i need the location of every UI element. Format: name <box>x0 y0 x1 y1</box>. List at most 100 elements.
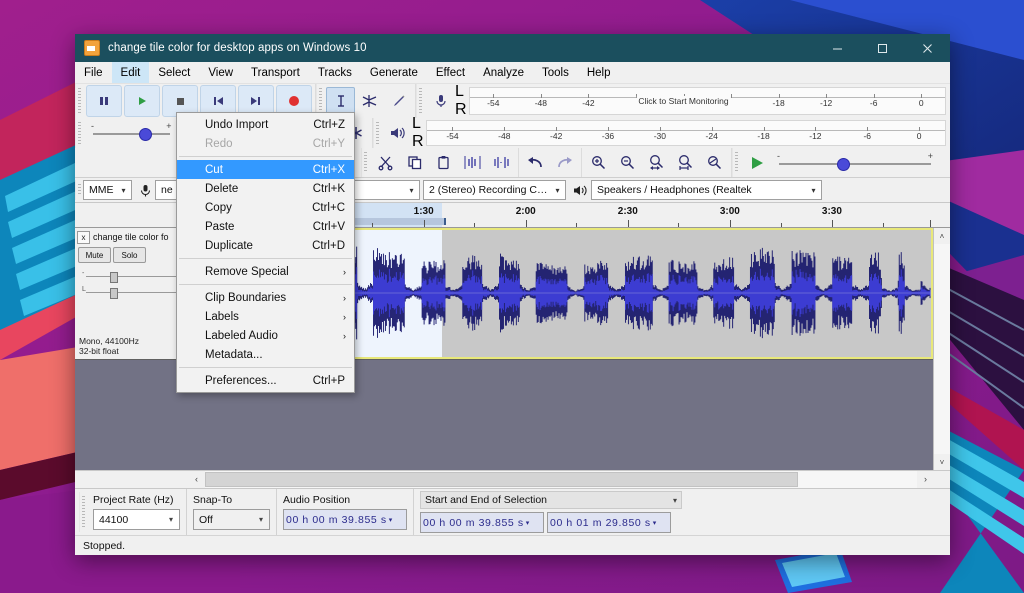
menu-item-duplicate[interactable]: Duplicate Ctrl+D <box>177 236 354 255</box>
track-pan-slider[interactable]: L R <box>80 286 183 298</box>
track-gain-slider[interactable]: - + <box>80 270 183 282</box>
play-speed-knob[interactable] <box>837 158 850 171</box>
undo-button[interactable] <box>521 148 550 177</box>
play-meter-label--48: -48 <box>498 131 510 141</box>
menu-generate[interactable]: Generate <box>361 62 427 83</box>
pause-button[interactable] <box>86 85 122 117</box>
menu-file[interactable]: File <box>75 62 112 83</box>
track-close-button[interactable]: x <box>77 231 90 244</box>
spinner-down-icon[interactable]: ▾ <box>653 519 657 527</box>
audio-position-field[interactable]: 00 h 00 m 39.855 s ▾ <box>283 509 407 530</box>
record-meter-grip[interactable] <box>416 84 424 118</box>
selection-toolbar-grip[interactable] <box>79 492 87 532</box>
menu-item-copy[interactable]: Copy Ctrl+C <box>177 198 354 217</box>
envelope-tool-button[interactable] <box>355 87 384 116</box>
record-meter-label--12: -12 <box>820 98 832 108</box>
horizontal-scroll-track[interactable] <box>205 471 917 488</box>
menu-tracks[interactable]: Tracks <box>309 62 361 83</box>
menu-edit[interactable]: Edit <box>112 62 150 83</box>
close-button[interactable] <box>905 34 950 62</box>
menu-help[interactable]: Help <box>578 62 620 83</box>
device-toolbar-grip[interactable] <box>75 180 83 200</box>
selection-start-field[interactable]: 00 h 00 m 39.855 s ▾ <box>420 512 544 533</box>
project-rate-select[interactable]: 44100 ▾ <box>93 509 180 530</box>
scroll-left-arrow[interactable]: ‹ <box>188 471 205 487</box>
scroll-up-arrow[interactable]: ˄ <box>934 228 950 244</box>
redo-button[interactable] <box>550 148 579 177</box>
paste-button[interactable] <box>429 148 458 177</box>
silence-audio-button[interactable] <box>487 148 516 177</box>
menu-item-remove-special[interactable]: Remove Special › <box>177 262 354 281</box>
record-meter-icon-button[interactable] <box>426 87 455 116</box>
play-at-speed-button[interactable] <box>742 148 771 177</box>
menu-item-cut[interactable]: Cut Ctrl+X <box>177 160 354 179</box>
selection-mode-select[interactable]: Start and End of Selection ▾ <box>420 491 682 509</box>
zoom-out-button[interactable] <box>613 148 642 177</box>
edit-toolbar-grip[interactable] <box>361 148 369 177</box>
spinner-down-icon[interactable]: ▾ <box>389 516 393 524</box>
audacity-icon <box>84 40 100 56</box>
track-solo-button[interactable]: Solo <box>113 247 146 263</box>
play-button[interactable] <box>124 85 160 117</box>
snap-to-select[interactable]: Off ▾ <box>193 509 270 530</box>
transport-toolbar-grip[interactable] <box>75 84 83 118</box>
menu-item-accel: Ctrl+K <box>313 183 345 195</box>
play-speed-max: + <box>928 151 933 161</box>
selection-end-field[interactable]: 00 h 01 m 29.850 s ▾ <box>547 512 671 533</box>
menu-item-label: Clip Boundaries <box>205 292 286 304</box>
copy-button[interactable] <box>400 148 429 177</box>
track-control-panel[interactable]: x change tile color fo Mute Solo - + <box>75 228 189 359</box>
edit-menu-dropdown[interactable]: Undo Import Ctrl+Z Redo Ctrl+Y Cut Ctrl+… <box>176 112 355 393</box>
vertical-scrollbar[interactable]: ˄ ˅ <box>933 228 950 470</box>
scroll-down-arrow[interactable]: ˅ <box>934 454 950 470</box>
menu-select[interactable]: Select <box>149 62 199 83</box>
track-mute-button[interactable]: Mute <box>78 247 111 263</box>
copy-icon <box>406 154 423 171</box>
cut-button[interactable] <box>371 148 400 177</box>
spinner-down-icon[interactable]: ▾ <box>526 519 530 527</box>
menu-item-clip-boundaries[interactable]: Clip Boundaries › <box>177 288 354 307</box>
vertical-scroll-track[interactable] <box>934 244 950 454</box>
fit-project-button[interactable] <box>671 148 700 177</box>
play-at-speed-grip[interactable] <box>732 148 740 177</box>
menu-item-metadata[interactable]: Metadata... <box>177 345 354 364</box>
envelope-icon <box>361 93 378 109</box>
mixer-toolbar-grip[interactable] <box>75 118 83 148</box>
fit-selection-button[interactable] <box>642 148 671 177</box>
maximize-button[interactable] <box>860 34 905 62</box>
recording-volume-knob[interactable] <box>139 128 152 141</box>
menu-item-undo-import[interactable]: Undo Import Ctrl+Z <box>177 115 354 134</box>
play-meter[interactable]: -54 -48 -42 -36 -30 -24 -18 -12 -6 0 <box>426 120 946 146</box>
minimize-button[interactable] <box>815 34 860 62</box>
audio-host-select[interactable]: MME ▾ <box>83 180 132 200</box>
playback-device-icon-wrap <box>569 183 591 198</box>
zoom-in-button[interactable] <box>584 148 613 177</box>
trim-audio-button[interactable] <box>458 148 487 177</box>
zoom-toggle-button[interactable] <box>700 148 729 177</box>
play-speed-slider[interactable]: - + <box>775 150 935 176</box>
menu-item-labels[interactable]: Labels › <box>177 307 354 326</box>
play-meter-grip[interactable] <box>373 118 381 148</box>
chevron-down-icon: ▾ <box>163 515 179 524</box>
record-meter[interactable]: -54 -48 -42 Click to Start Monitoring -1… <box>469 87 946 115</box>
menu-analyze[interactable]: Analyze <box>474 62 533 83</box>
menu-effect[interactable]: Effect <box>427 62 474 83</box>
pan-knob[interactable] <box>110 288 118 299</box>
menu-item-labeled-audio[interactable]: Labeled Audio › <box>177 326 354 345</box>
draw-tool-button[interactable] <box>384 87 413 116</box>
menu-item-preferences[interactable]: Preferences... Ctrl+P <box>177 371 354 390</box>
menu-tools[interactable]: Tools <box>533 62 578 83</box>
horizontal-scroll-thumb[interactable] <box>205 472 798 487</box>
recording-channels-select[interactable]: 2 (Stereo) Recording Chan ▾ <box>423 180 566 200</box>
play-meter-icon-button[interactable] <box>383 119 412 148</box>
menu-view[interactable]: View <box>199 62 242 83</box>
gain-knob[interactable] <box>110 272 118 283</box>
menu-item-paste[interactable]: Paste Ctrl+V <box>177 217 354 236</box>
track-name[interactable]: change tile color fo <box>93 232 169 242</box>
playback-device-select[interactable]: Speakers / Headphones (Realtek ▾ <box>591 180 822 200</box>
menu-item-delete[interactable]: Delete Ctrl+K <box>177 179 354 198</box>
recording-volume-slider[interactable]: - + <box>89 120 174 146</box>
track-header-row: x change tile color fo <box>75 228 188 244</box>
scroll-right-arrow[interactable]: › <box>917 471 934 487</box>
menu-transport[interactable]: Transport <box>242 62 309 83</box>
